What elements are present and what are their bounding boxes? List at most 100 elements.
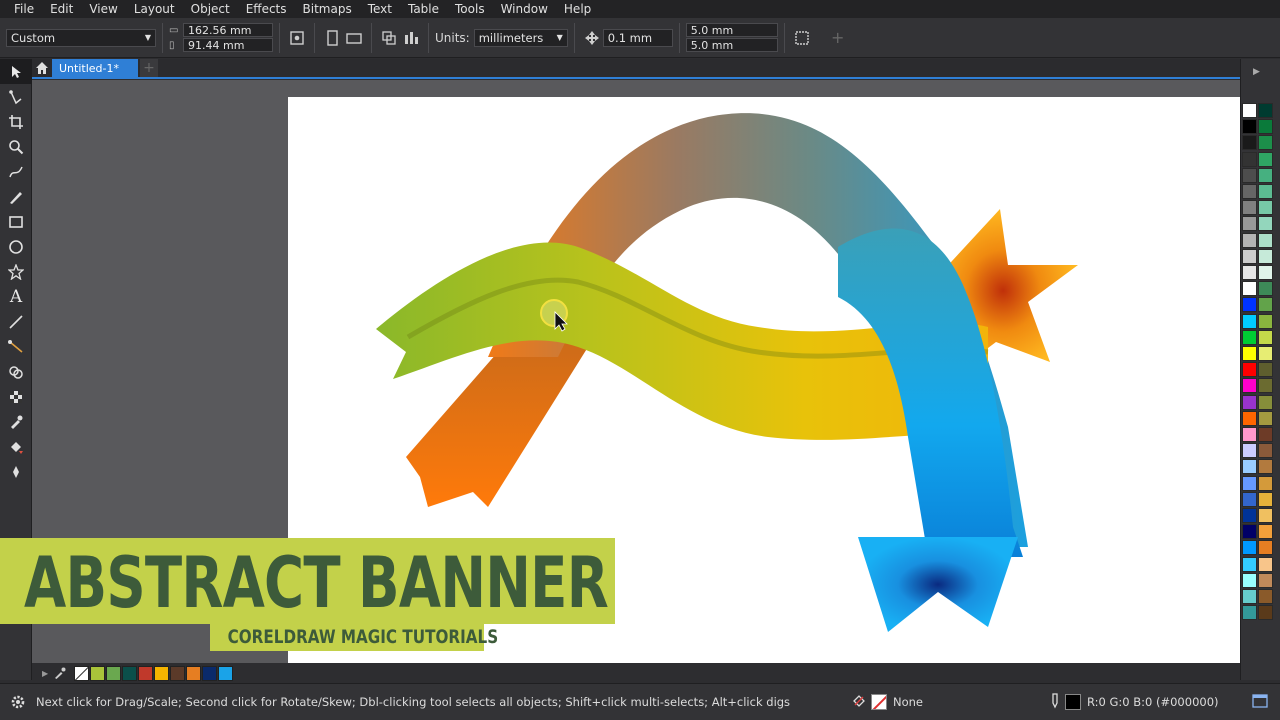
- palette-swatch[interactable]: [1258, 313, 1273, 329]
- palette-swatch[interactable]: [1242, 589, 1257, 604]
- menu-item-file[interactable]: File: [6, 2, 42, 16]
- palette-swatch[interactable]: [1258, 167, 1273, 183]
- snap-to-icon[interactable]: [286, 27, 308, 49]
- palette-swatch[interactable]: [1258, 524, 1273, 540]
- palette-swatch[interactable]: [1242, 329, 1257, 345]
- menu-item-window[interactable]: Window: [493, 2, 556, 16]
- palette-swatch[interactable]: [1242, 378, 1257, 394]
- document-palette-swatch[interactable]: [154, 665, 170, 681]
- palette-swatch[interactable]: [1242, 556, 1257, 572]
- palette-swatch[interactable]: [1242, 184, 1257, 199]
- palette-swatch[interactable]: [1258, 459, 1273, 475]
- page-height-input[interactable]: 91.44 mm: [183, 38, 273, 52]
- gear-icon[interactable]: [10, 694, 30, 710]
- duplicate-y-input[interactable]: 5.0 mm: [685, 38, 778, 52]
- document-palette-swatch[interactable]: [218, 665, 234, 681]
- star-tool-icon[interactable]: [0, 259, 32, 284]
- interactive-fill-icon[interactable]: [0, 434, 32, 459]
- palette-swatch[interactable]: [1242, 216, 1257, 232]
- palette-swatch[interactable]: [1242, 394, 1257, 410]
- duplicate-x-input[interactable]: 5.0 mm: [685, 23, 778, 37]
- palette-swatch[interactable]: [1258, 297, 1273, 313]
- palette-swatch[interactable]: [1258, 135, 1273, 151]
- outline-pen-icon[interactable]: [1049, 692, 1061, 712]
- palette-swatch[interactable]: [1242, 346, 1257, 361]
- shape-tool-icon[interactable]: [0, 84, 32, 109]
- palette-swatch[interactable]: [1242, 313, 1257, 329]
- palette-swatch[interactable]: [1258, 443, 1273, 459]
- palette-swatch[interactable]: [1242, 232, 1257, 248]
- home-icon[interactable]: [32, 59, 52, 77]
- document-palette-swatch[interactable]: [106, 665, 122, 681]
- palette-swatch[interactable]: [1258, 491, 1273, 507]
- portrait-orientation-icon[interactable]: [321, 27, 343, 49]
- menu-item-bitmaps[interactable]: Bitmaps: [295, 2, 360, 16]
- palette-swatch[interactable]: [1258, 184, 1273, 199]
- palette-swatch[interactable]: [1242, 103, 1257, 118]
- document-palette-swatch[interactable]: [186, 665, 202, 681]
- menu-item-help[interactable]: Help: [556, 2, 599, 16]
- document-palette-swatch[interactable]: [170, 665, 186, 681]
- palette-swatch[interactable]: [1258, 427, 1273, 442]
- palette-swatch[interactable]: [1258, 232, 1273, 248]
- palette-swatch[interactable]: [1242, 167, 1257, 183]
- tab-document[interactable]: Untitled-1*: [52, 59, 138, 77]
- palette-swatch[interactable]: [1242, 119, 1257, 135]
- palette-swatch[interactable]: [1242, 508, 1257, 523]
- menu-item-tools[interactable]: Tools: [447, 2, 493, 16]
- freehand-tool-icon[interactable]: [0, 159, 32, 184]
- palette-swatch[interactable]: [1242, 200, 1257, 216]
- smart-fill-icon[interactable]: [0, 459, 32, 484]
- document-palette-swatch[interactable]: [202, 665, 218, 681]
- transparency-tool-icon[interactable]: [0, 384, 32, 409]
- palette-swatch[interactable]: [1242, 281, 1257, 297]
- document-palette-swatch[interactable]: [90, 665, 106, 681]
- page-width-input[interactable]: 162.56 mm: [183, 23, 273, 37]
- palette-scroll-icon[interactable]: ▶: [42, 669, 48, 678]
- fill-icon[interactable]: [851, 693, 867, 712]
- palette-swatch[interactable]: [1242, 151, 1257, 167]
- text-tool-icon[interactable]: A: [0, 284, 32, 309]
- palette-swatch[interactable]: [1258, 281, 1273, 297]
- pick-tool-icon[interactable]: [0, 59, 32, 84]
- new-tab-icon[interactable]: +: [140, 59, 158, 77]
- palette-swatch[interactable]: [1258, 540, 1273, 556]
- landscape-orientation-icon[interactable]: [343, 27, 365, 49]
- palette-swatch[interactable]: [1258, 200, 1273, 216]
- all-pages-icon[interactable]: [378, 27, 400, 49]
- palette-swatch[interactable]: [1258, 362, 1273, 378]
- menu-item-layout[interactable]: Layout: [126, 2, 183, 16]
- palette-swatch[interactable]: [1258, 151, 1273, 167]
- expand-docker-icon[interactable]: ▶: [1253, 67, 1260, 77]
- palette-swatch[interactable]: [1258, 475, 1273, 491]
- palette-swatch[interactable]: [1258, 410, 1273, 426]
- eyedropper-icon[interactable]: [54, 664, 66, 683]
- palette-swatch[interactable]: [1242, 265, 1257, 280]
- add-icon[interactable]: +: [827, 27, 849, 49]
- palette-swatch[interactable]: [1258, 605, 1273, 621]
- palette-swatch[interactable]: [1242, 135, 1257, 151]
- palette-swatch[interactable]: [1242, 491, 1257, 507]
- palette-swatch[interactable]: [1258, 508, 1273, 523]
- menu-item-effects[interactable]: Effects: [238, 2, 295, 16]
- palette-swatch[interactable]: [1258, 103, 1273, 118]
- ellipse-tool-icon[interactable]: [0, 234, 32, 259]
- connector-tool-icon[interactable]: [0, 334, 32, 359]
- nudge-distance-input[interactable]: 0.1 mm: [602, 28, 673, 47]
- artistic-media-icon[interactable]: [0, 184, 32, 209]
- rectangle-tool-icon[interactable]: [0, 209, 32, 234]
- palette-swatch[interactable]: [1258, 346, 1273, 361]
- effects-tool-icon[interactable]: [0, 359, 32, 384]
- palette-swatch[interactable]: [1258, 119, 1273, 135]
- eyedropper-tool-icon[interactable]: [0, 409, 32, 434]
- palette-swatch[interactable]: [1258, 378, 1273, 394]
- palette-swatch[interactable]: [1258, 248, 1273, 264]
- document-palette-swatch[interactable]: [138, 665, 154, 681]
- palette-swatch[interactable]: [1242, 248, 1257, 264]
- palette-swatch[interactable]: [1242, 297, 1257, 313]
- window-icon[interactable]: [1252, 693, 1268, 711]
- palette-swatch[interactable]: [1258, 572, 1273, 588]
- current-page-icon[interactable]: [400, 27, 422, 49]
- menu-item-text[interactable]: Text: [360, 2, 400, 16]
- palette-swatch[interactable]: [1242, 443, 1257, 459]
